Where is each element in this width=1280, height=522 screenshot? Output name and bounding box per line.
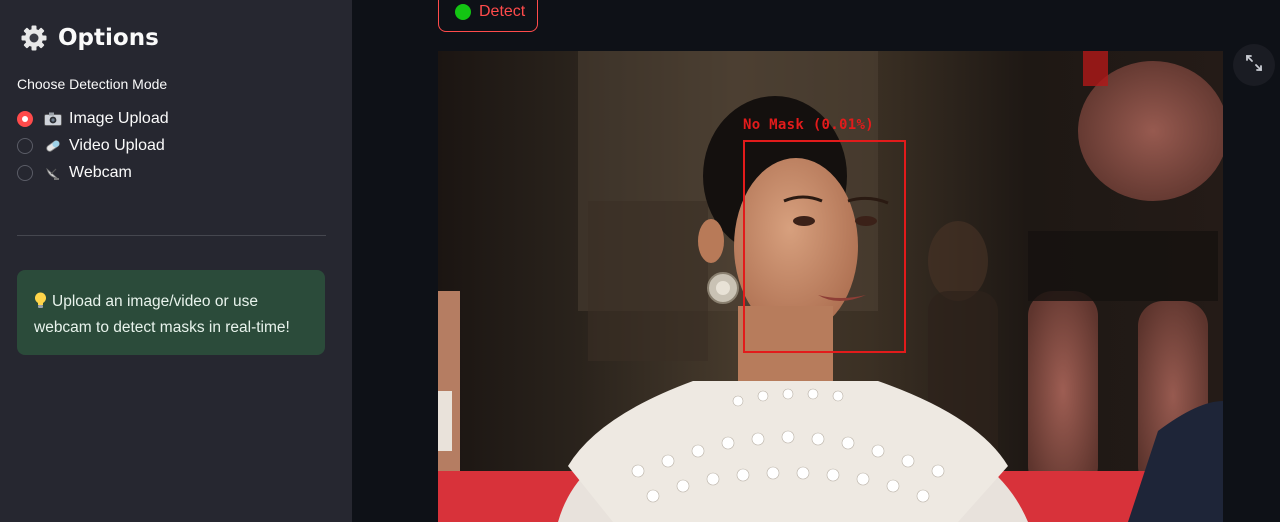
detection-bounding-box <box>743 140 906 353</box>
info-text: Upload an image/video or use webcam to d… <box>34 293 290 336</box>
sidebar-header: Options <box>20 24 159 52</box>
expand-icon <box>1245 54 1263 77</box>
detect-button[interactable]: Detect <box>438 0 538 32</box>
detection-label: No Mask (0.01%) <box>743 117 874 133</box>
sidebar: Options Choose Detection Mode Image Uplo… <box>0 0 352 522</box>
radio-label: Image Upload <box>69 109 169 127</box>
radio-option-video-upload[interactable]: Video Upload <box>17 132 169 159</box>
lightbulb-icon <box>34 292 47 309</box>
info-alert: Upload an image/video or use webcam to d… <box>17 270 325 355</box>
detection-mode-radio-group: Image Upload Video Upload Webcam <box>17 105 169 186</box>
radio-button[interactable] <box>17 137 33 154</box>
radio-button-selected[interactable] <box>17 110 33 127</box>
radio-button[interactable] <box>17 164 33 181</box>
result-image: No Mask (0.01%) <box>438 51 1223 522</box>
gear-icon <box>20 24 48 52</box>
sidebar-title: Options <box>58 25 159 51</box>
radio-label: Webcam <box>69 163 132 181</box>
radio-option-webcam[interactable]: Webcam <box>17 159 169 186</box>
main-content: Detect No Mask (0.01%) <box>352 0 1280 522</box>
radio-label: Video Upload <box>69 136 165 154</box>
detection-mode-label: Choose Detection Mode <box>17 76 168 92</box>
pill-icon <box>44 138 62 154</box>
green-circle-icon <box>455 4 471 20</box>
sidebar-divider <box>17 235 326 236</box>
radio-option-image-upload[interactable]: Image Upload <box>17 105 169 132</box>
camera-icon <box>44 111 62 127</box>
detect-button-label: Detect <box>479 3 526 20</box>
fullscreen-button[interactable] <box>1233 44 1275 86</box>
satellite-dish-icon <box>44 165 62 181</box>
